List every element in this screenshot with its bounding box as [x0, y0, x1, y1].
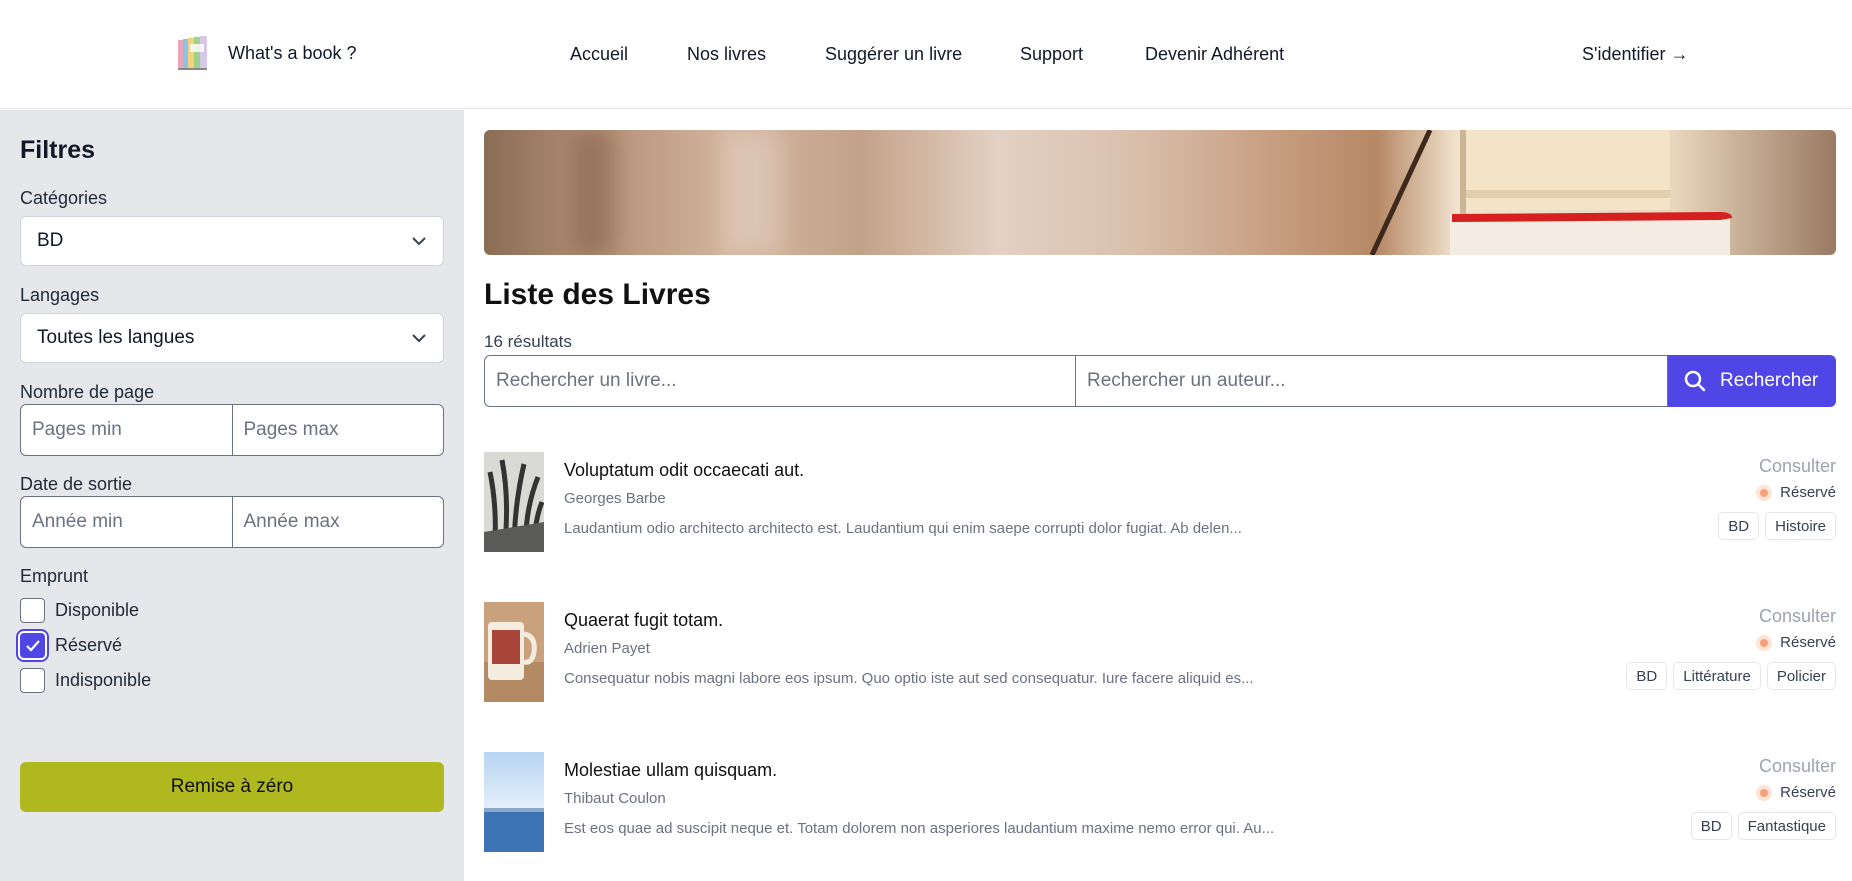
tag: Littérature	[1673, 662, 1761, 690]
tag-list: BD Littérature Policier	[1626, 662, 1836, 690]
nav-support[interactable]: Support	[1020, 44, 1083, 65]
author-search-input[interactable]: Rechercher un auteur...	[1076, 355, 1668, 407]
consult-link[interactable]: Consulter	[1759, 606, 1836, 627]
categories-selected-value: BD	[37, 230, 64, 251]
pages-max-input[interactable]: Pages max	[232, 404, 444, 456]
tag: BD	[1626, 662, 1668, 690]
tag-list: BD Histoire	[1718, 512, 1836, 540]
pages-label: Nombre de page	[20, 382, 155, 402]
checkbox[interactable]	[20, 598, 45, 623]
tag: Policier	[1766, 662, 1836, 690]
filters-sidebar: Filtres Catégories BD Langages Toutes le…	[0, 110, 464, 881]
book-author: Adrien Payet	[564, 640, 650, 657]
status-badge: Réservé	[1756, 634, 1836, 651]
tag: BD	[1690, 812, 1732, 840]
tag: Histoire	[1765, 512, 1836, 540]
top-header: What's a book ? Accueil Nos livres Suggé…	[0, 0, 1852, 109]
book-description: Consequatur nobis magni labore eos ipsum…	[564, 670, 1254, 687]
status-label: Réservé	[1780, 484, 1836, 501]
book-cover-image[interactable]	[484, 452, 544, 552]
checkbox-label: Indisponible	[55, 670, 152, 690]
status-badge: Réservé	[1756, 484, 1836, 501]
checkbox-label: Réservé	[55, 635, 123, 655]
results-count: 16 résultats	[484, 332, 572, 351]
hero-banner-image	[484, 130, 1836, 255]
book-description: Est eos quae ad suscipit neque et. Totam…	[564, 820, 1275, 837]
search-icon	[1684, 370, 1706, 392]
book-title[interactable]: Molestiae ullam quisquam.	[564, 760, 777, 781]
loan-label: Emprunt	[20, 566, 89, 586]
tag: Fantastique	[1737, 812, 1836, 840]
chevron-down-icon	[412, 237, 426, 246]
book-list-item: Quaerat fugit totam. Adrien Payet Conseq…	[484, 602, 1836, 702]
year-min-input[interactable]: Année min	[20, 496, 233, 548]
reset-button[interactable]: Remise à zéro	[20, 762, 444, 812]
books-stack-image	[1369, 130, 1732, 255]
search-bar: Rechercher un livre... Rechercher un aut…	[484, 355, 1836, 407]
status-label: Réservé	[1780, 784, 1836, 801]
pages-range: Pages min Pages max	[20, 404, 444, 456]
search-button[interactable]: Rechercher	[1668, 355, 1836, 407]
book-cover-image[interactable]	[484, 602, 544, 702]
checkbox-label: Disponible	[55, 600, 140, 620]
page-title: Liste des Livres	[484, 278, 711, 311]
book-search-input[interactable]: Rechercher un livre...	[484, 355, 1076, 407]
nav-nos-livres[interactable]: Nos livres	[687, 44, 766, 65]
checkbox[interactable]	[20, 668, 45, 693]
languages-label: Langages	[20, 285, 100, 305]
loan-option-reserve[interactable]: Réservé	[20, 633, 122, 658]
chevron-down-icon	[412, 334, 426, 343]
login-link[interactable]: S'identifier →	[1582, 44, 1688, 65]
brand-logo-link[interactable]: What's a book ?	[176, 34, 357, 72]
book-list-item: Voluptatum odit occaecati aut. Georges B…	[484, 452, 1836, 552]
status-label: Réservé	[1780, 634, 1836, 651]
tag: BD	[1718, 512, 1760, 540]
consult-link[interactable]: Consulter	[1759, 456, 1836, 477]
book-title[interactable]: Quaerat fugit totam.	[564, 610, 723, 631]
book-title[interactable]: Voluptatum odit occaecati aut.	[564, 460, 804, 481]
book-author: Thibaut Coulon	[564, 790, 666, 807]
nav-devenir-adherent[interactable]: Devenir Adhérent	[1145, 44, 1284, 65]
loan-option-indisponible[interactable]: Indisponible	[20, 668, 151, 693]
consult-link[interactable]: Consulter	[1759, 756, 1836, 777]
checkmark-icon	[26, 640, 40, 652]
release-range: Année min Année max	[20, 496, 444, 548]
book-author: Georges Barbe	[564, 490, 666, 507]
nav-suggerer-livre[interactable]: Suggérer un livre	[825, 44, 962, 65]
status-dot-icon	[1756, 634, 1773, 651]
filters-title: Filtres	[20, 136, 96, 164]
categories-select[interactable]: BD	[20, 216, 444, 266]
year-max-input[interactable]: Année max	[232, 496, 444, 548]
nav-accueil[interactable]: Accueil	[570, 44, 628, 65]
book-cover-image[interactable]	[484, 752, 544, 852]
languages-select[interactable]: Toutes les langues	[20, 313, 444, 363]
brand-name: What's a book ?	[228, 42, 357, 63]
status-dot-icon	[1756, 484, 1773, 501]
release-label: Date de sortie	[20, 474, 133, 494]
status-badge: Réservé	[1756, 784, 1836, 801]
pages-min-input[interactable]: Pages min	[20, 404, 233, 456]
books-logo-icon	[176, 34, 210, 72]
status-dot-icon	[1756, 784, 1773, 801]
loan-option-disponible[interactable]: Disponible	[20, 598, 139, 623]
languages-selected-value: Toutes les langues	[37, 327, 195, 348]
book-description: Laudantium odio architecto architecto es…	[564, 520, 1242, 537]
search-button-label: Rechercher	[1720, 370, 1819, 391]
tag-list: BD Fantastique	[1690, 812, 1836, 840]
categories-label: Catégories	[20, 188, 108, 208]
checkbox[interactable]	[20, 633, 45, 658]
book-list-item: Molestiae ullam quisquam. Thibaut Coulon…	[484, 752, 1836, 852]
